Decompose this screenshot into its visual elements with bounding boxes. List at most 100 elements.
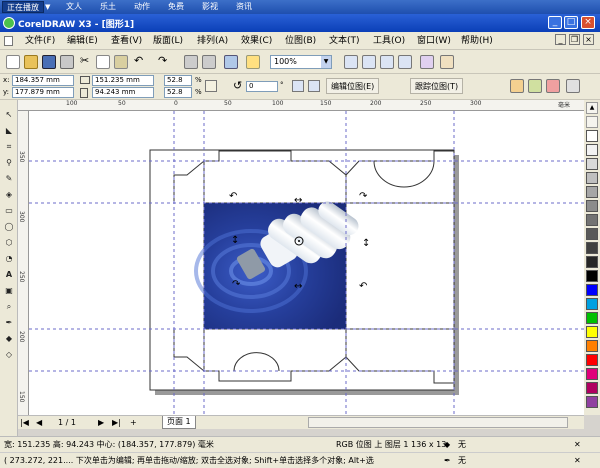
width-field[interactable]: 151.235 mm — [92, 75, 154, 86]
color-swatch[interactable] — [586, 172, 598, 184]
crop-tool-icon[interactable]: ⌗ — [2, 140, 16, 154]
redo-icon[interactable]: ↷ — [158, 54, 167, 67]
color-swatch[interactable] — [586, 200, 598, 212]
scale-y-field[interactable]: 52.8 — [164, 87, 192, 98]
doc-restore-button[interactable]: ❐ — [569, 34, 580, 45]
color-manage-icon[interactable] — [440, 55, 454, 69]
literati-button[interactable]: 文人 — [62, 1, 86, 13]
free-button[interactable]: 免费 — [164, 1, 188, 13]
rectangle-tool-icon[interactable]: ▭ — [2, 204, 16, 218]
horizontal-ruler[interactable]: 100 50 0 50 100 150 200 250 300 毫米 — [18, 100, 584, 111]
options-icon[interactable] — [420, 55, 434, 69]
export-icon[interactable] — [202, 55, 216, 69]
outline-tool-icon[interactable]: ✒ — [2, 316, 16, 330]
color-swatch[interactable] — [586, 186, 598, 198]
doc-close-button[interactable]: × — [583, 34, 594, 45]
trace-bitmap-button[interactable]: 跟踪位图(T) — [410, 78, 464, 94]
ellipse-tool-icon[interactable]: ◯ — [2, 220, 16, 234]
paste-icon[interactable] — [114, 55, 128, 69]
color-swatch[interactable] — [586, 242, 598, 254]
interactive-blend-tool-icon[interactable]: ▣ — [2, 284, 16, 298]
close-button[interactable]: × — [581, 16, 595, 29]
scroll-thumb[interactable] — [586, 116, 598, 128]
snap-to-guidelines-icon[interactable] — [362, 55, 376, 69]
edit-bitmap-button[interactable]: 编辑位图(E) — [326, 78, 380, 94]
movies-button[interactable]: 影视 — [198, 1, 222, 13]
color-swatch[interactable] — [586, 298, 598, 310]
cut-icon[interactable]: ✂ — [80, 54, 89, 67]
doc-minimize-button[interactable]: _ — [555, 34, 566, 45]
menu-file[interactable]: 文件(F) — [22, 35, 58, 47]
first-page-icon[interactable]: |◀ — [20, 418, 29, 428]
app-launcher-icon[interactable] — [224, 55, 238, 69]
freehand-tool-icon[interactable]: ✎ — [2, 172, 16, 186]
next-page-icon[interactable]: ▶ — [98, 418, 104, 428]
smart-fill-tool-icon[interactable]: ◈ — [2, 188, 16, 202]
import-icon[interactable] — [184, 55, 198, 69]
wrap-text-icon[interactable] — [566, 79, 580, 93]
resample-icon[interactable] — [528, 79, 542, 93]
vertical-ruler[interactable]: 350 300 250 200 150 — [18, 111, 29, 415]
save-icon[interactable] — [42, 55, 56, 69]
color-swatch[interactable] — [586, 368, 598, 380]
menu-view[interactable]: 查看(V) — [108, 35, 145, 47]
menu-bitmaps[interactable]: 位图(B) — [282, 35, 319, 47]
page-tab[interactable]: 页面 1 — [162, 416, 196, 429]
polygon-tool-icon[interactable]: ⬡ — [2, 236, 16, 250]
chevron-down-icon[interactable]: ▼ — [321, 56, 331, 68]
new-document-icon[interactable] — [6, 55, 20, 69]
color-swatch[interactable] — [586, 270, 598, 282]
color-swatch[interactable] — [586, 144, 598, 156]
basic-shapes-tool-icon[interactable]: ◔ — [2, 252, 16, 266]
eyedropper-tool-icon[interactable]: ⌕ — [2, 300, 16, 314]
welcome-screen-icon[interactable] — [246, 55, 260, 69]
color-swatch[interactable] — [586, 228, 598, 240]
scale-x-field[interactable]: 52.8 — [164, 75, 192, 86]
dynamic-guides-icon[interactable] — [398, 55, 412, 69]
color-swatch[interactable] — [586, 214, 598, 226]
snap-to-objects-icon[interactable] — [380, 55, 394, 69]
color-swatch[interactable] — [586, 382, 598, 394]
rotation-angle-field[interactable]: 0 — [246, 81, 278, 92]
action-button[interactable]: 动作 — [130, 1, 154, 13]
undo-icon[interactable]: ↶ — [134, 54, 143, 67]
horizontal-scrollbar[interactable] — [308, 417, 568, 428]
drawing-canvas[interactable]: ↶ ↔ ↷ ↕ ↕ ↷ ↔ ↶ — [29, 111, 584, 415]
snap-to-grid-icon[interactable] — [344, 55, 358, 69]
pick-tool-icon[interactable]: ↖ — [2, 108, 16, 122]
color-swatch[interactable] — [586, 130, 598, 142]
add-page-icon[interactable]: + — [130, 418, 137, 428]
print-icon[interactable] — [60, 55, 74, 69]
last-page-icon[interactable]: ▶| — [112, 418, 121, 428]
y-position-field[interactable]: 177.879 mm — [12, 87, 74, 98]
color-swatch[interactable] — [586, 312, 598, 324]
news-button[interactable]: 资讯 — [232, 1, 256, 13]
bitmap-color-mask-icon[interactable] — [546, 79, 560, 93]
menu-edit[interactable]: 编辑(E) — [64, 35, 101, 47]
fill-tool-icon[interactable]: ◆ — [2, 332, 16, 346]
color-swatch[interactable] — [586, 326, 598, 338]
color-swatch[interactable] — [586, 158, 598, 170]
dropdown-arrow-icon[interactable]: ▼ — [45, 3, 50, 11]
x-position-field[interactable]: 184.357 mm — [12, 75, 74, 86]
zoom-tool-icon[interactable]: ⚲ — [2, 156, 16, 170]
shape-tool-icon[interactable]: ◣ — [2, 124, 16, 138]
prev-page-icon[interactable]: ◀ — [36, 418, 42, 428]
minimize-button[interactable]: _ — [548, 16, 562, 29]
color-swatch[interactable] — [586, 284, 598, 296]
crop-bitmap-icon[interactable] — [510, 79, 524, 93]
color-swatch[interactable] — [586, 354, 598, 366]
mirror-horizontal-icon[interactable] — [292, 80, 304, 92]
color-swatch[interactable] — [586, 340, 598, 352]
zoom-level-select[interactable]: 100% ▼ — [270, 55, 332, 69]
menu-window[interactable]: 窗口(W) — [414, 35, 454, 47]
text-tool-icon[interactable]: A — [2, 268, 16, 282]
menu-tools[interactable]: 工具(O) — [370, 35, 408, 47]
color-swatch[interactable] — [586, 256, 598, 268]
interactive-fill-tool-icon[interactable]: ◇ — [2, 348, 16, 362]
menu-text[interactable]: 文本(T) — [326, 35, 363, 47]
happy-land-button[interactable]: 乐土 — [96, 1, 120, 13]
menu-effects[interactable]: 效果(C) — [238, 35, 275, 47]
color-swatch[interactable] — [586, 396, 598, 408]
height-field[interactable]: 94.243 mm — [92, 87, 154, 98]
